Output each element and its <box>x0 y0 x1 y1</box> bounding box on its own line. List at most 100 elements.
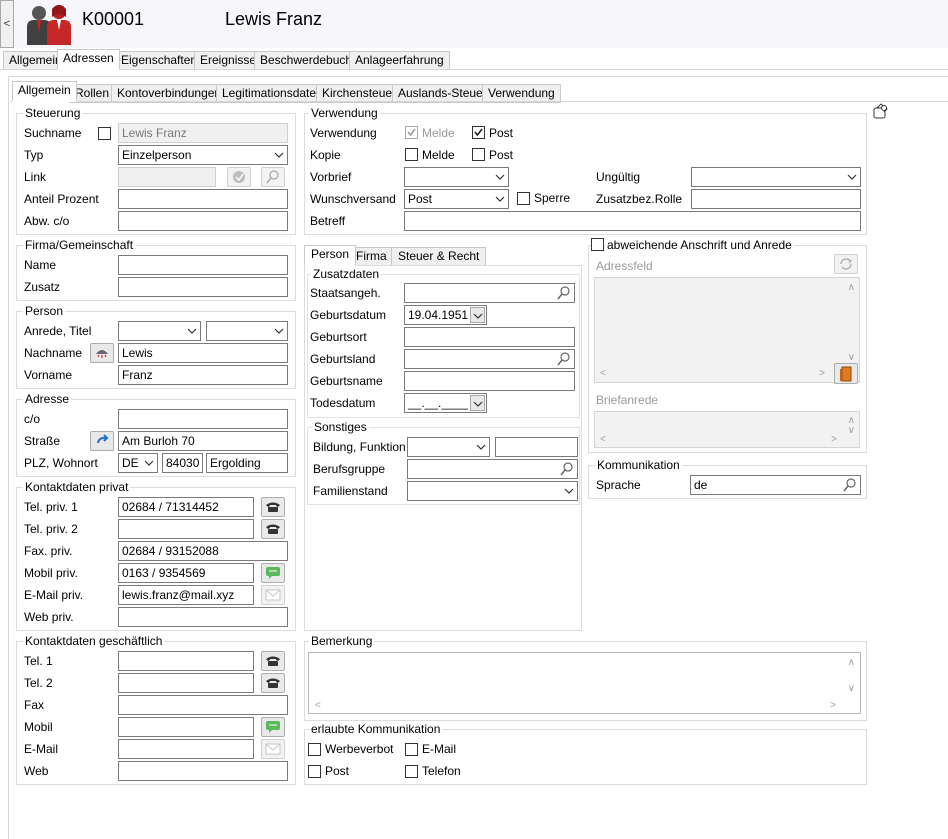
scroll-right-icon[interactable]: > <box>830 700 836 711</box>
person-tab-person[interactable]: Person <box>304 245 357 266</box>
kopie-melde-checkbox[interactable] <box>405 148 418 161</box>
vorname-input[interactable]: Franz <box>118 365 288 385</box>
firma-zusatz-input[interactable] <box>118 277 288 297</box>
adressfeld-book-button[interactable] <box>834 363 858 384</box>
sprache-input[interactable]: de <box>690 475 861 495</box>
anrede-select[interactable] <box>118 321 201 341</box>
tab-beschwerdebuch[interactable]: Beschwerdebuch <box>254 51 359 70</box>
fax-priv-input[interactable]: 02684 / 93152088 <box>118 541 288 561</box>
tel-1-input[interactable] <box>118 651 254 671</box>
link-input[interactable] <box>118 167 216 187</box>
link-clear-button[interactable] <box>227 167 251 187</box>
bemerkung-textarea[interactable]: ∧ ∨ < > <box>308 652 861 714</box>
country-select[interactable]: DE <box>118 453 158 473</box>
scroll-left-icon[interactable]: < <box>600 434 606 445</box>
main-tab-divider <box>0 69 948 70</box>
verwendung-post-checkbox[interactable] <box>472 126 485 139</box>
scroll-right-icon[interactable]: > <box>831 434 837 445</box>
mobil-sms-button[interactable] <box>261 717 285 737</box>
titel-select[interactable] <box>206 321 288 341</box>
search-icon <box>560 462 573 476</box>
tel-2-call-button[interactable] <box>261 673 285 693</box>
tab-anlageerfahrung[interactable]: Anlageerfahrung <box>349 51 450 70</box>
plz-input[interactable]: 84030 <box>162 453 203 473</box>
tel-1-call-button[interactable] <box>261 651 285 671</box>
anschrift-checkbox[interactable] <box>591 238 604 251</box>
kopie-post-checkbox[interactable] <box>472 148 485 161</box>
betreff-input[interactable] <box>404 211 861 231</box>
todesdatum-input[interactable]: __.__.____ <box>404 393 487 413</box>
vorbrief-select[interactable] <box>404 167 509 187</box>
firma-name-input[interactable] <box>118 255 288 275</box>
geburtsland-input[interactable] <box>404 349 575 369</box>
web-priv-input[interactable] <box>118 607 288 627</box>
email-input[interactable] <box>118 739 254 759</box>
link-search-button[interactable] <box>261 167 285 187</box>
mobil-priv-sms-button[interactable] <box>261 563 285 583</box>
ort-input[interactable]: Ergolding <box>206 453 288 473</box>
group-title-erlaubte: erlaubte Kommunikation <box>309 722 443 736</box>
geburtsdatum-input[interactable]: 19.04.1951 <box>404 305 487 325</box>
nachname-input[interactable]: Lewis <box>118 343 288 363</box>
todesdatum-dropdown-button[interactable] <box>470 395 485 411</box>
email-priv-input[interactable]: lewis.franz@mail.xyz <box>118 585 254 605</box>
tel-priv-2-call-button[interactable] <box>261 519 285 539</box>
funktion-input[interactable] <box>495 437 578 457</box>
strasse-input[interactable]: Am Burloh 70 <box>118 431 288 451</box>
erlaubt-post-checkbox[interactable] <box>308 765 321 778</box>
fax-input[interactable] <box>118 695 288 715</box>
mobil-priv-input[interactable]: 0163 / 9354569 <box>118 563 254 583</box>
adressfeld-refresh-button[interactable] <box>834 254 858 274</box>
scroll-left-icon[interactable]: < <box>600 368 606 379</box>
mobil-input[interactable] <box>118 717 254 737</box>
typ-select[interactable]: Einzelperson <box>118 145 288 165</box>
geburtsname-input[interactable] <box>404 371 575 391</box>
tel-priv-2-input[interactable] <box>118 519 254 539</box>
scroll-right-icon[interactable]: > <box>819 368 825 379</box>
staatsangeh-input[interactable] <box>404 283 575 303</box>
geburtsdatum-dropdown-button[interactable] <box>470 307 485 323</box>
email-priv-send-button[interactable] <box>261 585 285 605</box>
tab-ereignisse[interactable]: Ereignisse <box>194 51 263 70</box>
suchname-checkbox[interactable] <box>98 127 111 140</box>
geburtsort-input[interactable] <box>404 327 575 347</box>
tel-priv-1-call-button[interactable] <box>261 497 285 517</box>
web-input[interactable] <box>118 761 288 781</box>
person-tab-steuer-recht[interactable]: Steuer & Recht <box>391 247 487 266</box>
tel-priv-1-input[interactable]: 02684 / 71314452 <box>118 497 254 517</box>
tab-adressen[interactable]: Adressen <box>57 49 120 70</box>
briefanrede-textarea[interactable]: ∧ ∨ < > <box>594 411 860 448</box>
co-input[interactable] <box>118 409 288 429</box>
erlaubt-email-checkbox[interactable] <box>405 743 418 756</box>
ungueltig-select[interactable] <box>691 167 861 187</box>
scroll-up-icon[interactable]: ∧ <box>848 282 855 293</box>
bildung-select[interactable] <box>407 437 490 457</box>
scroll-down-icon[interactable]: ∨ <box>848 425 855 436</box>
scroll-down-icon[interactable]: ∨ <box>848 352 855 363</box>
sperre-checkbox[interactable] <box>517 192 530 205</box>
tab-eigenschaften[interactable]: Eigenschaften <box>115 51 204 70</box>
suchname-input[interactable]: Lewis Franz <box>118 123 288 143</box>
wunschversand-select[interactable]: Post <box>404 189 509 209</box>
zusatzbez-input[interactable] <box>691 189 861 209</box>
erlaubt-telefon-checkbox[interactable] <box>405 765 418 778</box>
verwendung-melde-checkbox[interactable] <box>405 126 418 139</box>
tel-2-input[interactable] <box>118 673 254 693</box>
subtab-allgemein[interactable]: Allgemein <box>12 81 77 102</box>
group-title-zusatzdaten: Zusatzdaten <box>311 267 382 281</box>
anteil-input[interactable] <box>118 189 288 209</box>
collapse-panel-button[interactable]: < <box>0 0 14 48</box>
abw-input[interactable] <box>118 211 288 231</box>
attach-tool-icon[interactable] <box>872 103 890 124</box>
strasse-refresh-button[interactable] <box>90 431 114 451</box>
scroll-left-icon[interactable]: < <box>315 700 321 711</box>
scroll-down-icon[interactable]: ∨ <box>848 683 855 694</box>
familienstand-select[interactable] <box>407 481 578 501</box>
scroll-up-icon[interactable]: ∧ <box>848 657 855 668</box>
chevron-down-icon <box>473 313 483 319</box>
berufsgruppe-input[interactable] <box>407 459 578 479</box>
nachname-lookup-button[interactable] <box>90 343 114 363</box>
werbeverbot-checkbox[interactable] <box>308 743 321 756</box>
adressfeld-textarea[interactable]: ∧ ∨ < > <box>594 277 860 383</box>
email-send-button[interactable] <box>261 739 285 759</box>
